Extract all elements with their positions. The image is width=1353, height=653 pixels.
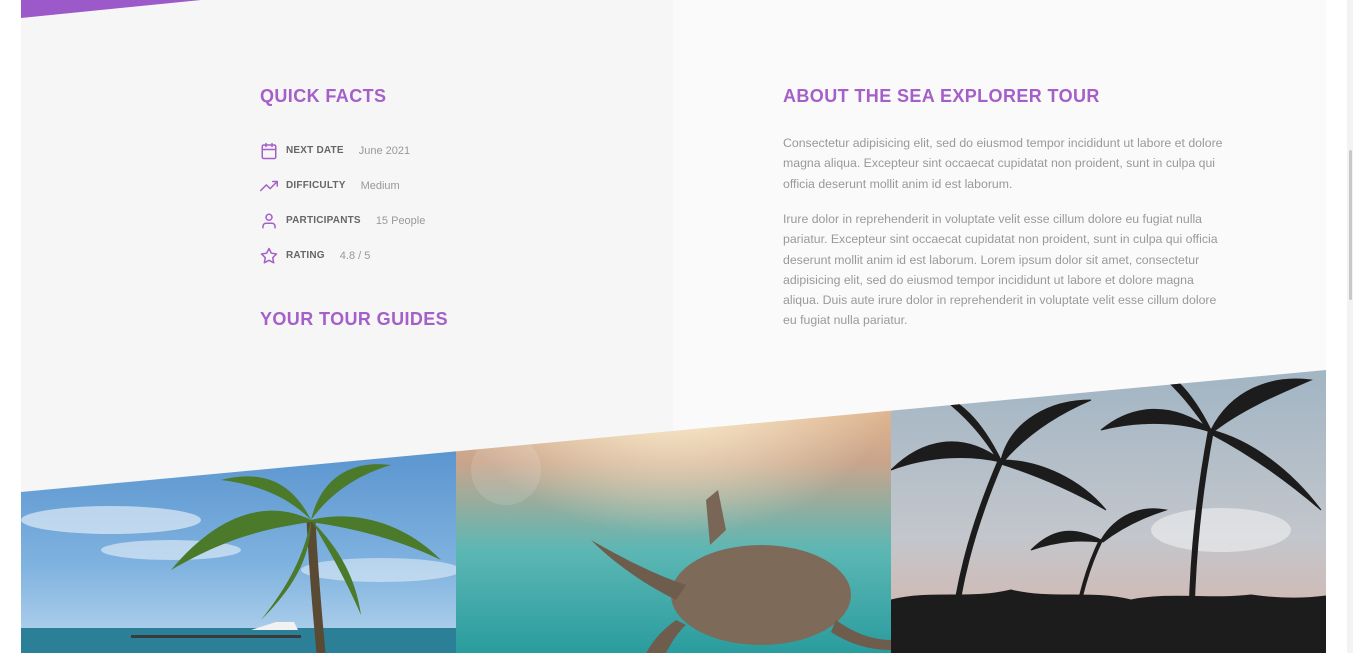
calendar-icon	[260, 142, 278, 160]
fact-label: NEXT DATE	[286, 145, 344, 156]
fact-rating: RATING 4.8 / 5	[260, 238, 620, 273]
quick-facts-list: NEXT DATE June 2021 DIFFICULTY Medium PA…	[260, 133, 620, 273]
tour-guides-heading: YOUR TOUR GUIDES	[260, 309, 449, 329]
about-paragraph-2: Irure dolor in reprehenderit in voluptat…	[783, 212, 1218, 328]
fact-value: 4.8 / 5	[339, 249, 371, 262]
scrollbar-track[interactable]	[1347, 0, 1353, 653]
user-icon	[260, 212, 278, 230]
fact-next-date: NEXT DATE June 2021	[260, 133, 620, 168]
about-heading: ABOUT THE SEA EXPLORER TOUR	[783, 86, 1100, 106]
fact-label: PARTICIPANTS	[286, 215, 361, 226]
fact-label: DIFFICULTY	[286, 180, 346, 191]
fact-value: June 2021	[358, 144, 411, 157]
fact-value: Medium	[360, 179, 400, 192]
star-icon	[260, 247, 278, 265]
quick-facts-heading: QUICK FACTS	[260, 86, 387, 106]
fact-difficulty: DIFFICULTY Medium	[260, 168, 620, 203]
tour-details-section: QUICK FACTS NEXT DATE June 2021 DIFFICUL…	[21, 0, 1326, 653]
fact-participants: PARTICIPANTS 15 People	[260, 203, 620, 238]
scrollbar-thumb[interactable]	[1349, 150, 1352, 300]
trending-up-icon	[260, 177, 278, 195]
fact-value: 15 People	[375, 214, 426, 227]
about-paragraph-1: Consectetur adipisicing elit, sed do eiu…	[783, 136, 1223, 191]
fact-label: RATING	[286, 250, 325, 261]
